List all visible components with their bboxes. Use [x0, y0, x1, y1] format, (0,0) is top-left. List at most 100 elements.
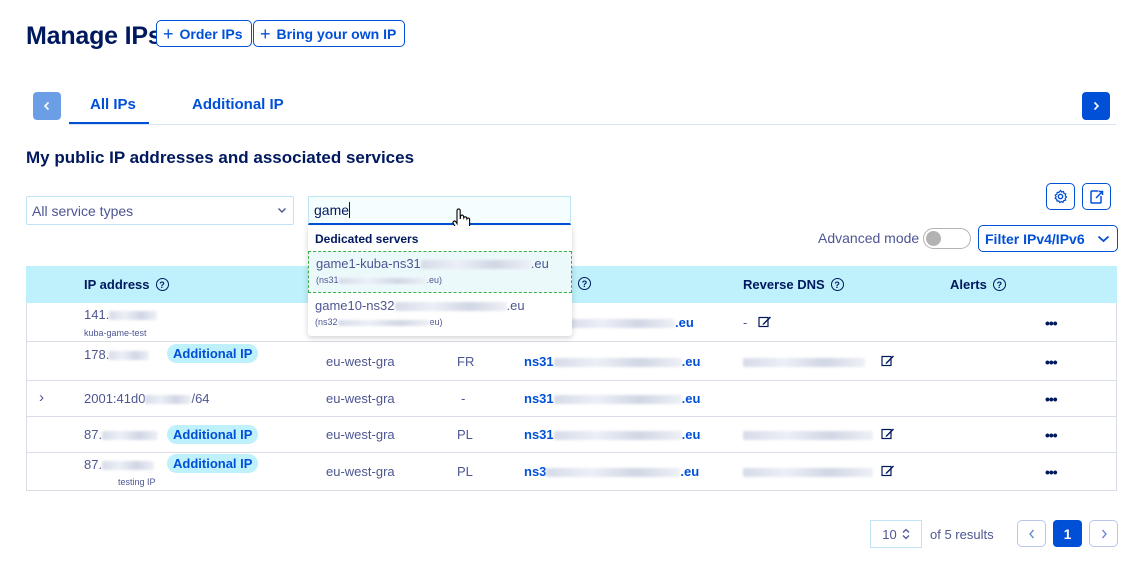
column-header-reverse-dns[interactable]: Reverse DNS ?	[743, 277, 844, 292]
service-type-select[interactable]: All service types	[26, 196, 294, 225]
service-link[interactable]: ns31 .eu	[524, 427, 700, 442]
suggestion-item[interactable]: game10-ns32 .eu (ns32 eu)	[308, 294, 572, 336]
gear-icon	[1054, 189, 1068, 204]
reverse-dns-value: -	[743, 315, 748, 330]
ip-address: 141.	[84, 307, 158, 322]
service-link[interactable]: .eu	[565, 315, 694, 330]
tab-additional-ip[interactable]: Additional IP	[192, 96, 284, 113]
ip-description: kuba-game-test	[84, 328, 147, 338]
reverse-dns-value	[743, 427, 873, 445]
export-button[interactable]	[1082, 183, 1111, 210]
suggestion-detail: (ns31 .eu)	[316, 275, 443, 285]
advanced-mode-label: Advanced mode	[818, 230, 920, 246]
search-suggestions-dropdown: Dedicated servers game1-kuba-ns31 .eu (ns…	[308, 226, 572, 336]
chevron-down-icon	[278, 208, 286, 213]
edit-icon[interactable]	[758, 315, 772, 328]
ip-address: 2001:41d0/64	[84, 391, 210, 406]
page-size-select[interactable]: 10	[870, 520, 922, 548]
tabs-scroll-left-button[interactable]	[33, 92, 61, 120]
suggestion-item[interactable]: game1-kuba-ns31 .eu (ns31 .eu)	[308, 251, 572, 293]
column-header-service-help[interactable]: ?	[578, 277, 591, 290]
advanced-mode-toggle[interactable]	[923, 228, 971, 249]
ip-address: 87.	[84, 427, 159, 442]
export-icon	[1090, 189, 1104, 204]
row-divider	[26, 490, 1117, 491]
region: eu-west-gra	[326, 391, 395, 406]
service-link[interactable]: ns31 .eu	[524, 354, 700, 369]
previous-page-button[interactable]	[1017, 520, 1046, 547]
column-header-alerts-label: Alerts	[950, 277, 987, 292]
column-header-ip-label: IP address	[84, 277, 150, 292]
plus-icon: +	[260, 23, 271, 44]
reverse-dns-value	[743, 354, 865, 372]
page-title: Manage IPs	[26, 22, 162, 50]
plus-icon: +	[163, 23, 174, 44]
ip-description: testing IP	[118, 477, 156, 487]
chevron-right-icon	[1101, 529, 1107, 538]
column-header-ip[interactable]: IP address ?	[84, 277, 169, 292]
row-divider	[26, 380, 1117, 381]
edit-icon[interactable]	[881, 427, 895, 440]
chevron-down-icon	[1097, 235, 1109, 242]
edit-icon[interactable]	[881, 464, 895, 477]
ip-address: 178.	[84, 347, 150, 362]
search-input-value: game	[314, 202, 350, 218]
row-actions-button[interactable]: •••	[1045, 354, 1058, 370]
service-link[interactable]: ns3 .eu	[524, 464, 699, 479]
section-title: My public IP addresses and associated se…	[26, 148, 415, 167]
sort-arrows-icon	[902, 528, 910, 540]
bring-your-own-ip-label: Bring your own IP	[276, 25, 397, 42]
row-actions-button[interactable]: •••	[1045, 464, 1058, 480]
table-border	[1116, 303, 1117, 491]
suggestion-name: game10-ns32 .eu	[315, 298, 525, 313]
page-size-value: 10	[882, 526, 897, 542]
row-actions-button[interactable]: •••	[1045, 315, 1058, 331]
edit-icon[interactable]	[881, 354, 895, 367]
additional-ip-badge: Additional IP	[167, 344, 259, 363]
suggestion-group-label: Dedicated servers	[315, 232, 419, 246]
service-link[interactable]: ns31 .eu	[524, 391, 700, 406]
help-icon[interactable]: ?	[578, 277, 591, 290]
search-input[interactable]: game	[308, 196, 571, 225]
row-actions-button[interactable]: •••	[1045, 391, 1058, 407]
service-type-value: All service types	[32, 202, 134, 219]
tabs-scroll-right-button[interactable]	[1082, 92, 1110, 120]
additional-ip-badge: Additional IP	[167, 454, 259, 473]
region: eu-west-gra	[326, 427, 395, 442]
chevron-left-icon	[43, 101, 50, 111]
help-icon[interactable]: ?	[155, 278, 169, 291]
order-ips-button[interactable]: + Order IPs	[156, 20, 252, 47]
country: PL	[457, 427, 473, 442]
filter-ipv4-ipv6-button[interactable]: Filter IPv4/IPv6	[978, 225, 1118, 252]
row-divider	[26, 416, 1117, 417]
tabs-divider	[69, 124, 1116, 125]
country: -	[461, 391, 466, 406]
row-divider	[26, 452, 1117, 453]
reverse-dns-value	[743, 464, 873, 482]
current-page-button[interactable]: 1	[1053, 520, 1082, 547]
column-header-reverse-label: Reverse DNS	[743, 277, 825, 292]
suggestion-detail: (ns32 eu)	[315, 317, 443, 327]
settings-button[interactable]	[1046, 183, 1075, 210]
tab-all-ips[interactable]: All IPs	[90, 96, 136, 113]
order-ips-label: Order IPs	[179, 25, 243, 42]
chevron-right-icon	[1093, 101, 1100, 111]
text-caret	[349, 202, 351, 218]
results-count: of 5 results	[930, 527, 994, 542]
row-divider	[26, 341, 1117, 342]
country: FR	[457, 354, 475, 369]
chevron-left-icon	[1028, 529, 1034, 538]
help-icon[interactable]: ?	[830, 278, 844, 291]
expand-row-button[interactable]: ›	[39, 389, 44, 406]
additional-ip-badge: Additional IP	[167, 425, 259, 444]
help-icon[interactable]: ?	[992, 278, 1006, 291]
column-header-alerts[interactable]: Alerts ?	[950, 277, 1006, 292]
tab-active-indicator	[69, 122, 149, 124]
table-border	[26, 303, 27, 491]
country: PL	[457, 464, 473, 479]
row-actions-button[interactable]: •••	[1045, 427, 1058, 443]
toggle-knob	[926, 231, 941, 246]
next-page-button[interactable]	[1089, 520, 1118, 547]
bring-your-own-ip-button[interactable]: + Bring your own IP	[253, 20, 406, 47]
region: eu-west-gra	[326, 464, 395, 479]
